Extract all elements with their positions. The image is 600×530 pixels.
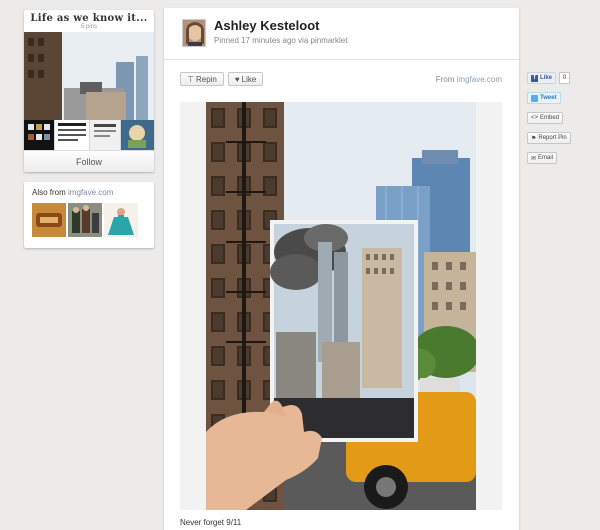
also-from-domain-link[interactable]: imgfave.com <box>68 188 113 197</box>
report-pin-label: Report Pin <box>538 135 567 141</box>
also-from-thumbnails <box>32 203 146 237</box>
board-thumbnails[interactable] <box>24 32 154 150</box>
embed-row: <> Embed <box>527 112 587 124</box>
source-prefix: From <box>435 75 455 84</box>
tweet-label: Tweet <box>540 95 557 101</box>
repin-button[interactable]: ⊤ Repin <box>180 72 224 86</box>
like-label: Like <box>241 74 257 84</box>
embed-label: Embed <box>540 115 560 121</box>
pin-card: Ashley Kesteloot Pinned 17 minutes ago v… <box>164 8 519 530</box>
share-column: f Like 0 Tweet <> Embed ⚑ Report Pin ✉ E… <box>527 72 587 172</box>
tweet-button[interactable]: Tweet <box>527 92 561 104</box>
envelope-icon: ✉ <box>531 155 537 162</box>
facebook-row: f Like 0 <box>527 72 587 84</box>
also-from-card: Also from imgfave.com <box>24 182 154 248</box>
pin-icon: ⊤ <box>187 74 194 84</box>
report-row: ⚑ Report Pin <box>527 132 587 144</box>
facebook-like-button[interactable]: f Like <box>527 72 557 84</box>
pin-image-frame <box>180 102 502 510</box>
facebook-like-label: Like <box>540 75 553 81</box>
tweet-row: Tweet <box>527 92 587 104</box>
board-pin-count: 5 pins <box>80 24 97 30</box>
report-pin-button[interactable]: ⚑ Report Pin <box>527 132 571 144</box>
embed-button[interactable]: <> Embed <box>527 112 564 124</box>
twitter-icon <box>531 94 538 102</box>
flag-icon: ⚑ <box>531 135 537 142</box>
also-thumb[interactable] <box>32 203 66 237</box>
source-link[interactable]: imgfave.com <box>457 75 502 84</box>
also-thumb[interactable] <box>68 203 102 237</box>
facebook-icon: f <box>531 74 538 82</box>
pinner-name[interactable]: Ashley Kesteloot <box>214 18 319 33</box>
pin-source: From imgfave.com <box>436 75 502 84</box>
code-icon: <> <box>531 115 539 121</box>
pin-image[interactable] <box>206 102 476 510</box>
also-thumb[interactable] <box>104 203 138 237</box>
pinned-meta: Pinned 17 minutes ago via pinmarklet <box>214 36 348 45</box>
left-column: Life as we know it... 5 pins Follow Also… <box>24 10 154 248</box>
also-from-prefix: Also from <box>32 188 66 197</box>
also-from-heading: Also from imgfave.com <box>32 188 146 197</box>
board-title[interactable]: Life as we know it... <box>24 10 154 24</box>
board-card: Life as we know it... 5 pins Follow <box>24 10 154 172</box>
like-button[interactable]: ♥ Like <box>227 72 264 86</box>
email-label: Email <box>538 155 554 161</box>
avatar[interactable] <box>182 19 206 47</box>
repin-label: Repin <box>195 74 217 84</box>
pin-header: Ashley Kesteloot Pinned 17 minutes ago v… <box>164 8 519 60</box>
email-button[interactable]: ✉ Email <box>527 152 558 164</box>
facebook-like-count: 0 <box>559 72 571 84</box>
pin-actions: ⊤ Repin ♥ Like <box>180 72 264 86</box>
email-row: ✉ Email <box>527 152 587 164</box>
heart-icon: ♥ <box>234 74 240 84</box>
pin-caption: Never forget 9/11 <box>180 518 242 527</box>
follow-button[interactable]: Follow <box>24 150 154 172</box>
